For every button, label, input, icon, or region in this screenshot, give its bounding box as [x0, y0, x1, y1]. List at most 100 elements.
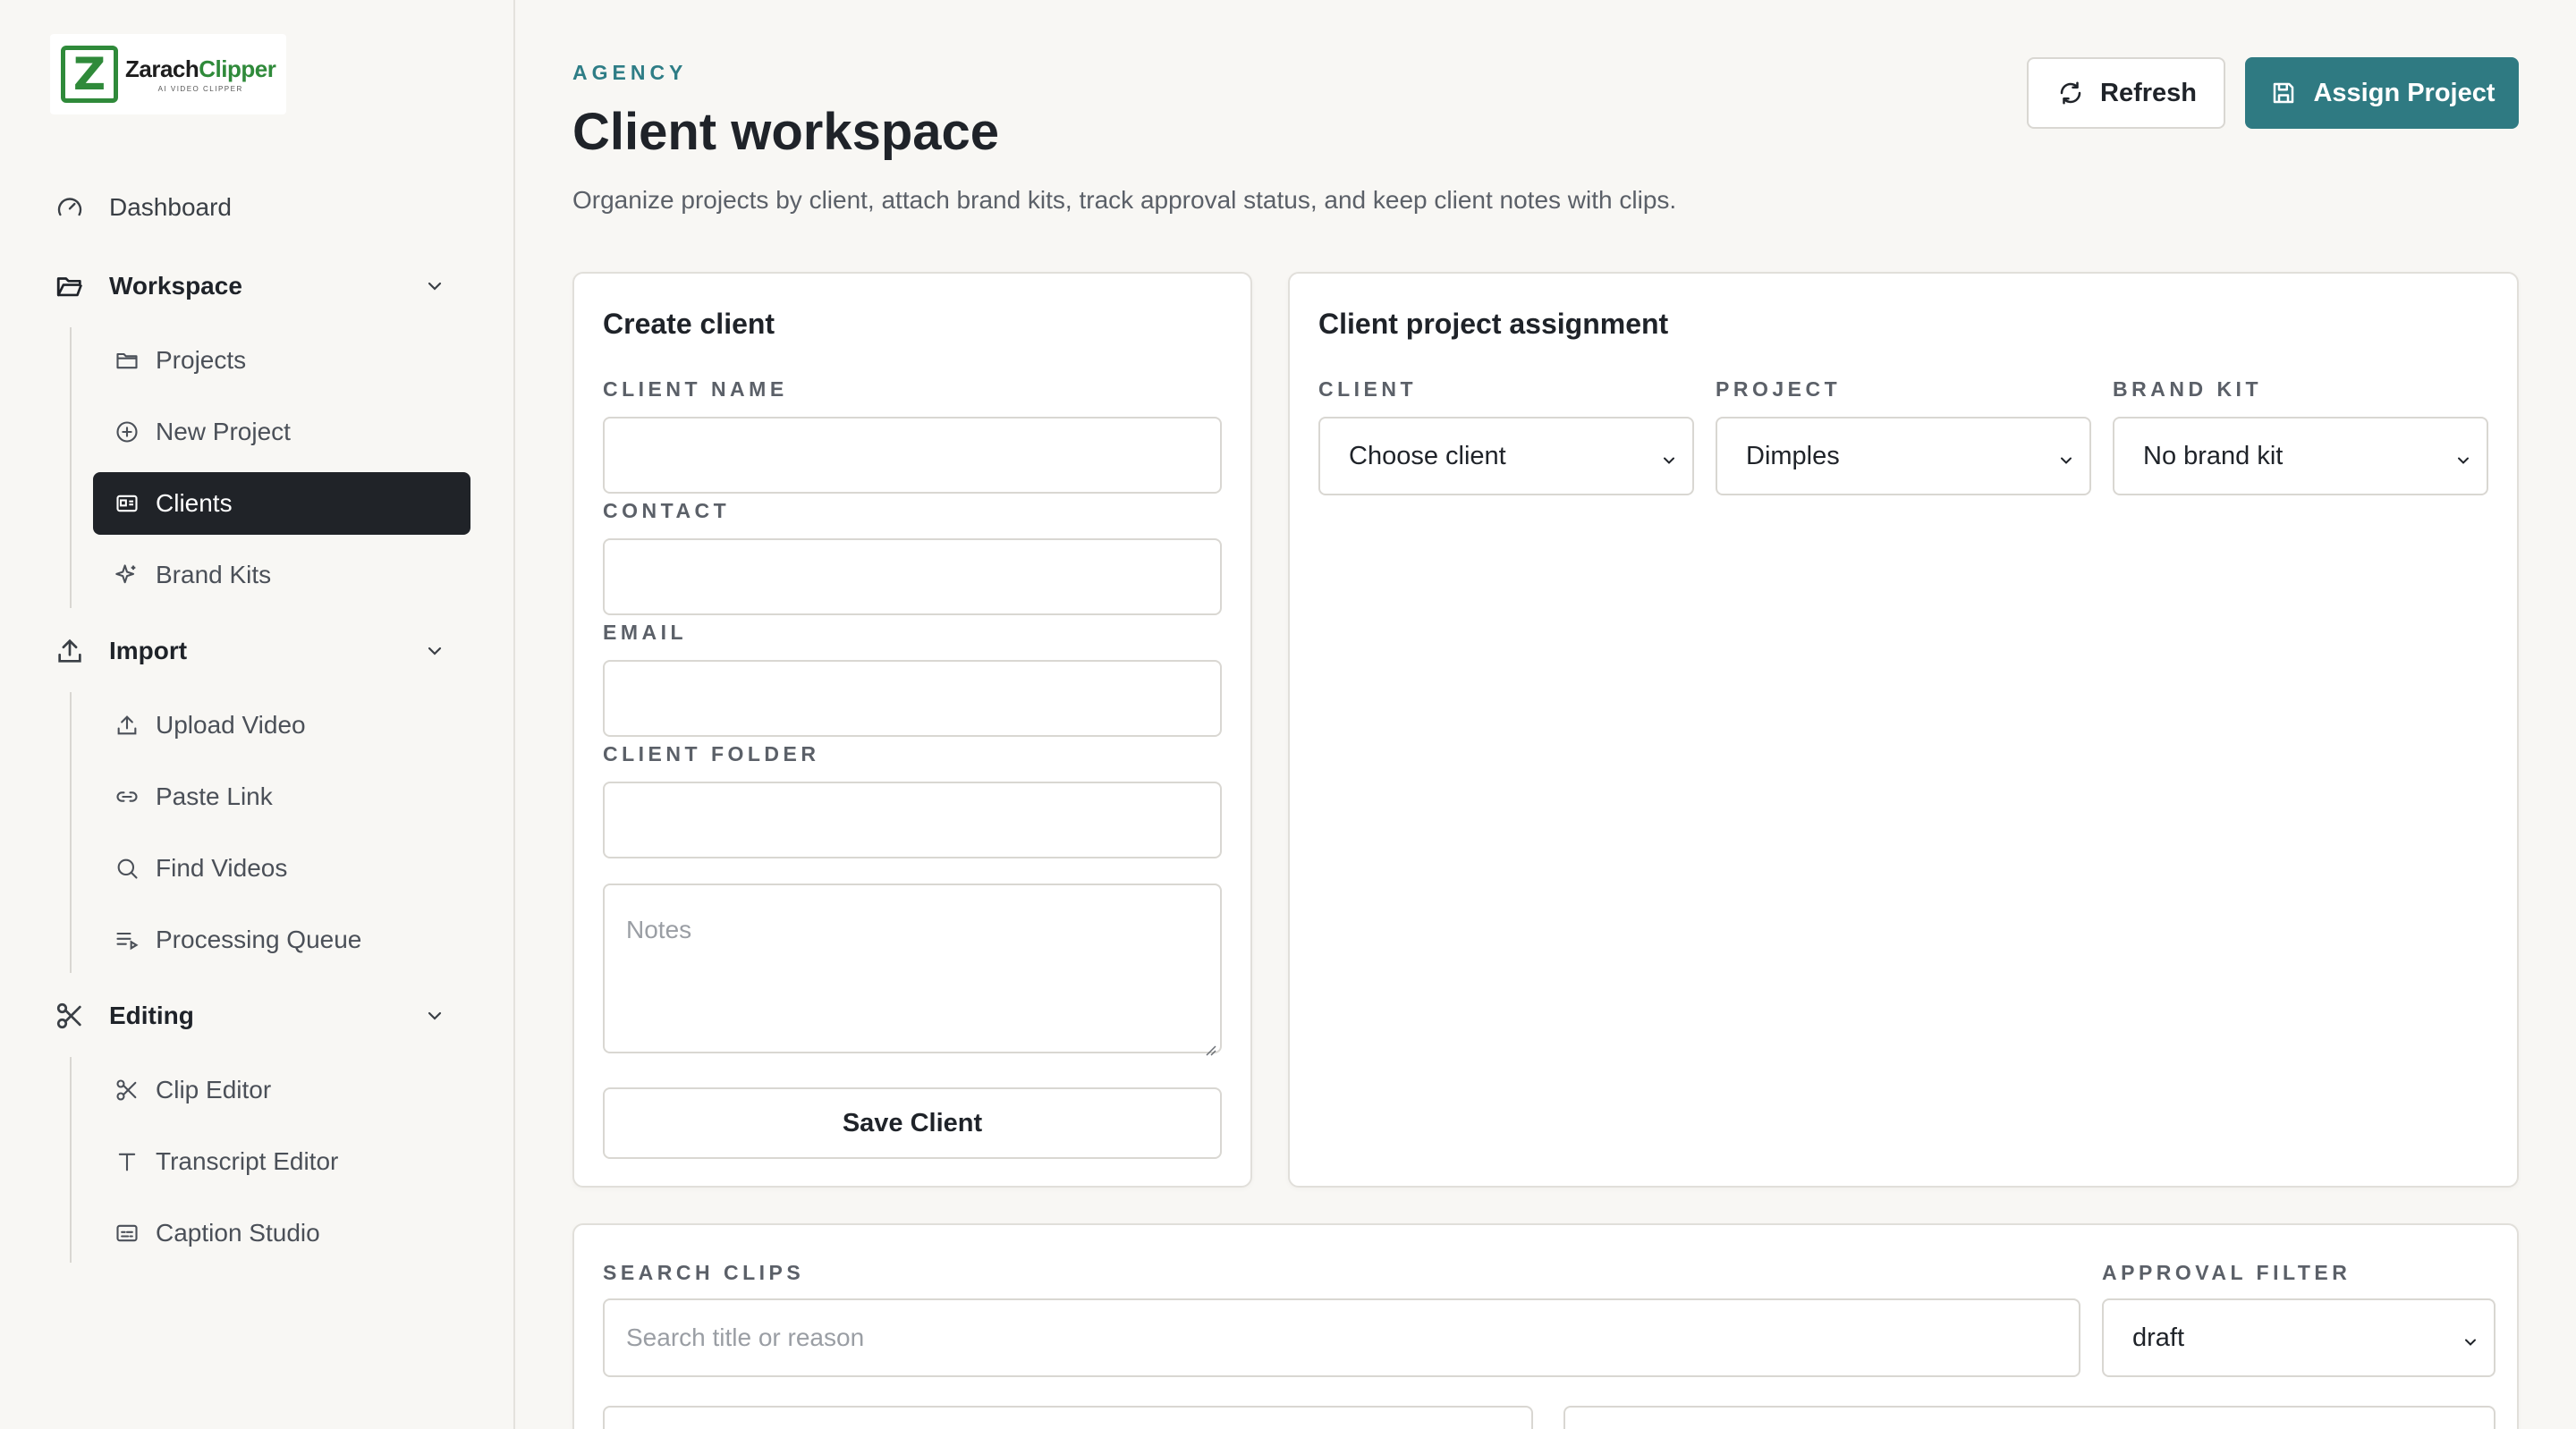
- page-title: Client workspace: [572, 103, 1000, 161]
- chevron-down-icon[interactable]: [422, 638, 447, 664]
- assign-project-button[interactable]: Assign Project: [2245, 57, 2519, 129]
- upload-icon: [54, 635, 86, 667]
- sidebar-item-brand-kits[interactable]: Brand Kits: [93, 544, 470, 606]
- chevron-down-icon[interactable]: [422, 1003, 447, 1028]
- email-label: EMAIL: [603, 621, 688, 644]
- captions-icon: [113, 1219, 141, 1247]
- client-name-label: CLIENT NAME: [603, 377, 788, 401]
- gauge-icon: [54, 191, 86, 224]
- folder-open-icon: [54, 270, 86, 302]
- approval-filter-label: APPROVAL FILTER: [2102, 1261, 2351, 1284]
- sidebar-item-find-videos[interactable]: Find Videos: [93, 837, 470, 900]
- client-name-input[interactable]: [603, 417, 1222, 494]
- client-folder-input[interactable]: [603, 782, 1222, 858]
- sidebar-item-clip-editor[interactable]: Clip Editor: [93, 1059, 470, 1121]
- client-folder-label: CLIENT FOLDER: [603, 742, 820, 765]
- brand-logo[interactable]: Z ZarachClipper AI VIDEO CLIPPER: [50, 34, 286, 114]
- sidebar-item-label: Upload Video: [156, 711, 306, 739]
- tree-line-editing: [70, 1057, 72, 1263]
- list-play-icon: [113, 926, 141, 954]
- nav-section-workspace-label: Workspace: [109, 272, 242, 300]
- sidebar-item-clients[interactable]: Clients: [93, 472, 470, 535]
- logo-name: ZarachClipper: [125, 55, 276, 83]
- sparkles-icon: [113, 561, 141, 589]
- chevron-down-icon: [2057, 447, 2075, 465]
- sidebar: Z ZarachClipper AI VIDEO CLIPPER Dashboa…: [0, 0, 515, 1429]
- logo-tagline: AI VIDEO CLIPPER: [157, 85, 243, 93]
- plus-circle-icon: [113, 418, 141, 446]
- folder-icon: [113, 346, 141, 375]
- sidebar-item-new-project[interactable]: New Project: [93, 401, 470, 463]
- clip-card-right[interactable]: [1563, 1406, 2496, 1429]
- tree-line-workspace: [70, 327, 72, 608]
- tree-line-import: [70, 692, 72, 973]
- nav-section-editing[interactable]: Editing: [54, 998, 194, 1034]
- create-client-card: Create client CLIENT NAME CONTACT EMAIL …: [572, 272, 1252, 1188]
- search-icon: [113, 854, 141, 883]
- scissors-icon: [113, 1076, 141, 1104]
- assignment-title: Client project assignment: [1318, 308, 1669, 340]
- logo-name-part2: Clipper: [199, 55, 276, 82]
- contact-label: CONTACT: [603, 499, 731, 522]
- logo-mark-icon: Z: [61, 46, 118, 103]
- search-clips-input[interactable]: Search title or reason: [603, 1298, 2080, 1377]
- link-icon: [113, 782, 141, 811]
- contact-input[interactable]: [603, 538, 1222, 615]
- nav-dashboard[interactable]: Dashboard: [54, 190, 232, 225]
- nav-section-import[interactable]: Import: [54, 633, 187, 669]
- sidebar-item-caption-studio[interactable]: Caption Studio: [93, 1202, 470, 1264]
- sidebar-item-upload-video[interactable]: Upload Video: [93, 694, 470, 757]
- sidebar-item-processing-queue[interactable]: Processing Queue: [93, 909, 470, 971]
- client-select[interactable]: Choose client: [1318, 417, 1694, 495]
- refresh-button[interactable]: Refresh: [2027, 57, 2225, 129]
- project-select[interactable]: Dimples: [1716, 417, 2091, 495]
- upload-icon: [113, 711, 141, 740]
- search-clips-label: SEARCH CLIPS: [603, 1261, 805, 1284]
- id-card-icon: [113, 489, 141, 518]
- notes-textarea[interactable]: Notes: [603, 884, 1222, 1056]
- save-icon: [2268, 78, 2299, 108]
- nav-section-workspace[interactable]: Workspace: [54, 268, 242, 304]
- chevron-down-icon: [2454, 447, 2472, 465]
- resize-handle-icon[interactable]: [1202, 1034, 1216, 1056]
- sidebar-item-label: New Project: [156, 418, 291, 445]
- notes-placeholder: Notes: [626, 916, 692, 943]
- clip-card-left[interactable]: [603, 1406, 1533, 1429]
- email-input[interactable]: [603, 660, 1222, 737]
- main-content: AGENCY Client workspace Organize project…: [515, 0, 2576, 1429]
- assign-project-button-label: Assign Project: [2313, 78, 2496, 107]
- nav-dashboard-label: Dashboard: [109, 193, 232, 221]
- app-root: Z ZarachClipper AI VIDEO CLIPPER Dashboa…: [0, 0, 2576, 1429]
- sidebar-item-label: Processing Queue: [156, 926, 362, 953]
- sidebar-item-label: Projects: [156, 346, 247, 374]
- brand-kit-select[interactable]: No brand kit: [2113, 417, 2488, 495]
- logo-name-part1: Zarach: [125, 55, 199, 82]
- chevron-down-icon: [2462, 1329, 2479, 1347]
- refresh-icon: [2055, 78, 2086, 108]
- approval-filter-select[interactable]: draft: [2102, 1298, 2496, 1377]
- save-client-button[interactable]: Save Client: [603, 1087, 1222, 1159]
- chevron-down-icon: [1660, 447, 1678, 465]
- nav-section-editing-label: Editing: [109, 1002, 194, 1029]
- chevron-down-icon[interactable]: [422, 274, 447, 299]
- brand-kit-select-value: No brand kit: [2143, 441, 2284, 470]
- client-select-value: Choose client: [1349, 441, 1506, 470]
- refresh-button-label: Refresh: [2100, 78, 2197, 107]
- sidebar-item-label: Paste Link: [156, 782, 273, 810]
- sidebar-item-projects[interactable]: Projects: [93, 329, 470, 392]
- scissors-icon: [54, 1000, 86, 1032]
- sidebar-item-label: Clients: [156, 489, 233, 517]
- sidebar-item-label: Caption Studio: [156, 1219, 320, 1247]
- page-eyebrow: AGENCY: [572, 61, 688, 84]
- text-icon: [113, 1147, 141, 1176]
- page-subtitle: Organize projects by client, attach bran…: [572, 186, 1677, 214]
- clips-filter-card: SEARCH CLIPS Search title or reason APPR…: [572, 1223, 2519, 1429]
- sidebar-item-label: Brand Kits: [156, 561, 272, 588]
- sidebar-item-transcript-editor[interactable]: Transcript Editor: [93, 1130, 470, 1193]
- client-select-label: CLIENT: [1318, 377, 1418, 401]
- sidebar-item-paste-link[interactable]: Paste Link: [93, 765, 470, 828]
- sidebar-item-label: Find Videos: [156, 854, 288, 882]
- client-assignment-card: Client project assignment CLIENT Choose …: [1288, 272, 2519, 1188]
- nav-section-import-label: Import: [109, 637, 188, 664]
- brand-kit-select-label: BRAND KIT: [2113, 377, 2262, 401]
